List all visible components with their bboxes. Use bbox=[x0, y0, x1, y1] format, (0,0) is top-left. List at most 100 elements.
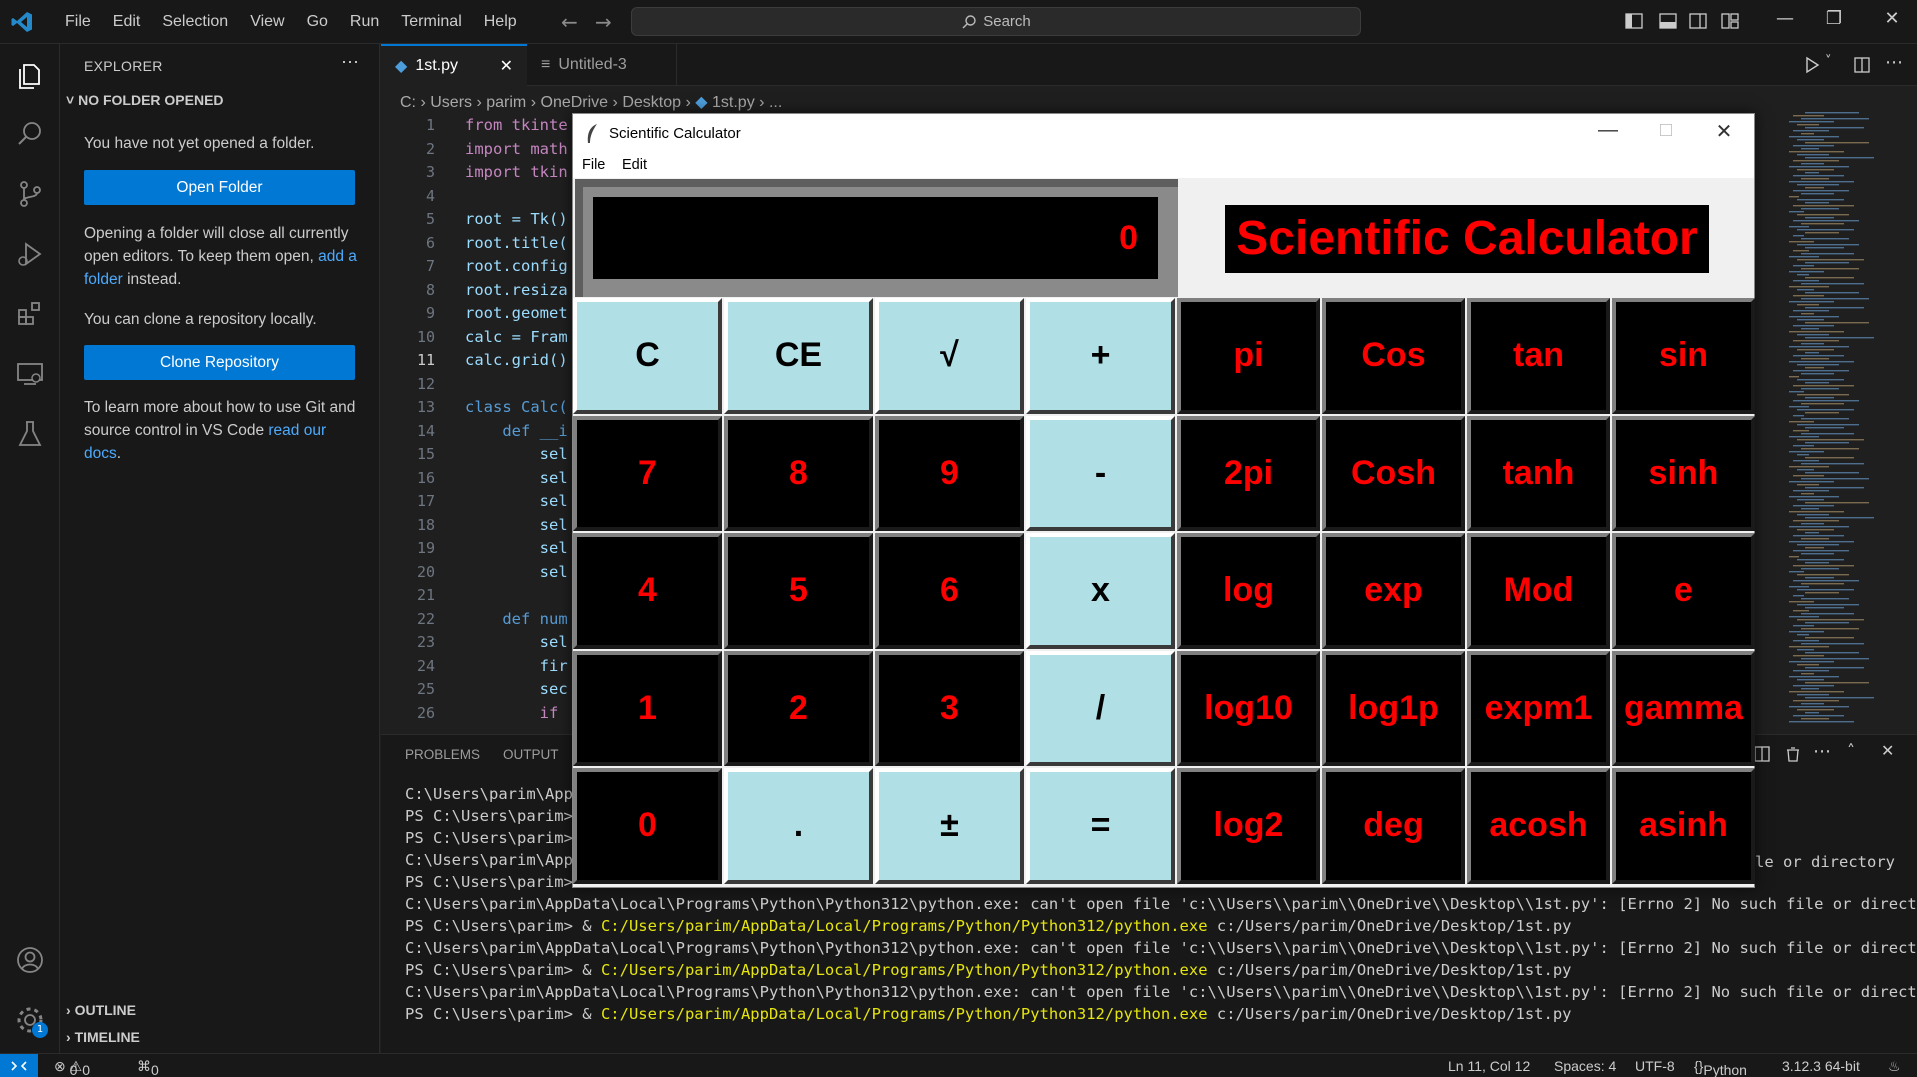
tab-output[interactable]: OUTPUT bbox=[503, 747, 559, 762]
calc-button[interactable]: 2pi bbox=[1177, 415, 1320, 531]
calc-button[interactable]: expm1 bbox=[1467, 650, 1610, 766]
menu-edit[interactable]: Edit bbox=[102, 13, 152, 31]
calc-close-icon[interactable]: ✕ bbox=[1695, 119, 1753, 144]
calc-button[interactable]: gamma bbox=[1612, 650, 1755, 766]
menu-file[interactable]: File bbox=[54, 13, 102, 31]
calc-button[interactable]: sin bbox=[1612, 298, 1755, 414]
calc-button[interactable]: + bbox=[1026, 298, 1175, 414]
outline-section[interactable]: › OUTLINE bbox=[66, 1002, 136, 1018]
notifications-bell-icon[interactable]: ♨ bbox=[1888, 1058, 1901, 1075]
panel-more-icon[interactable]: ⋯ bbox=[1813, 741, 1831, 762]
back-arrow-icon[interactable]: ← bbox=[561, 10, 578, 34]
calc-button[interactable]: 3 bbox=[875, 650, 1024, 766]
trash-icon[interactable] bbox=[1784, 745, 1802, 763]
breadcrumb-item[interactable]: Users bbox=[430, 94, 472, 111]
calc-button[interactable]: deg bbox=[1322, 768, 1465, 884]
cursor-position[interactable]: Ln 11, Col 12 bbox=[1448, 1058, 1530, 1074]
run-debug-icon[interactable] bbox=[14, 238, 46, 270]
breadcrumb-item[interactable]: 1st.py bbox=[712, 94, 755, 111]
errors-indicator[interactable]: ⊗ 0 ⚠ 0 bbox=[54, 1058, 90, 1077]
search-icon[interactable] bbox=[14, 118, 46, 150]
calc-button[interactable]: sinh bbox=[1612, 415, 1755, 531]
calc-button[interactable]: 1 bbox=[573, 650, 722, 766]
calc-button[interactable]: C bbox=[573, 298, 722, 414]
calc-button[interactable]: pi bbox=[1177, 298, 1320, 414]
calc-minimize-icon[interactable]: — bbox=[1579, 119, 1637, 142]
toggle-sidebar-icon[interactable] bbox=[1624, 11, 1644, 31]
remote-indicator[interactable] bbox=[0, 1054, 38, 1077]
calc-button[interactable]: acosh bbox=[1467, 768, 1610, 884]
calculator-display[interactable]: 0 bbox=[593, 197, 1158, 279]
ports-indicator[interactable]: ⌘ 0 bbox=[137, 1058, 159, 1077]
command-search[interactable]: Search bbox=[631, 7, 1361, 36]
breadcrumb-item[interactable]: Desktop bbox=[622, 94, 681, 111]
forward-arrow-icon[interactable]: → bbox=[595, 10, 612, 34]
calc-button[interactable]: = bbox=[1026, 768, 1175, 884]
explorer-icon[interactable] bbox=[14, 60, 46, 92]
editor-more-icon[interactable]: ⋯ bbox=[1885, 52, 1903, 73]
toggle-secondary-sidebar-icon[interactable] bbox=[1688, 11, 1708, 31]
remote-explorer-icon[interactable] bbox=[14, 358, 46, 390]
menu-terminal[interactable]: Terminal bbox=[390, 13, 472, 31]
extensions-icon[interactable] bbox=[14, 298, 46, 330]
breadcrumb-item[interactable]: parim bbox=[486, 94, 526, 111]
calc-button[interactable]: 4 bbox=[573, 533, 722, 649]
breadcrumb-item[interactable]: ... bbox=[769, 94, 782, 111]
calc-button[interactable]: 0 bbox=[573, 768, 722, 884]
calc-button[interactable]: CE bbox=[724, 298, 873, 414]
calc-button[interactable]: log bbox=[1177, 533, 1320, 649]
minimap[interactable] bbox=[1785, 112, 1905, 732]
tab-problems[interactable]: PROBLEMS bbox=[405, 747, 480, 762]
calc-button[interactable]: tanh bbox=[1467, 415, 1610, 531]
calc-button[interactable]: / bbox=[1026, 650, 1175, 766]
run-dropdown-icon[interactable]: ˅ bbox=[1825, 54, 1832, 69]
open-folder-button[interactable]: Open Folder bbox=[84, 170, 355, 205]
code-editor[interactable]: from tkinte import math import tkin root = … bbox=[465, 116, 568, 727]
calc-button[interactable]: 5 bbox=[724, 533, 873, 649]
calc-button[interactable]: exp bbox=[1322, 533, 1465, 649]
clone-repository-button[interactable]: Clone Repository bbox=[84, 345, 355, 380]
calc-button[interactable]: √ bbox=[875, 298, 1024, 414]
source-control-icon[interactable] bbox=[14, 178, 46, 210]
split-terminal-icon[interactable] bbox=[1753, 745, 1771, 763]
testing-icon[interactable] bbox=[14, 418, 46, 450]
breadcrumb-item[interactable]: C: bbox=[400, 94, 416, 111]
minimize-icon[interactable]: — bbox=[1765, 8, 1805, 29]
indentation[interactable]: Spaces: 4 bbox=[1554, 1058, 1616, 1074]
menu-selection[interactable]: Selection bbox=[151, 13, 239, 31]
calc-button[interactable]: 6 bbox=[875, 533, 1024, 649]
calc-button[interactable]: Cos bbox=[1322, 298, 1465, 414]
calc-button[interactable]: - bbox=[1026, 415, 1175, 531]
calc-button[interactable]: log2 bbox=[1177, 768, 1320, 884]
calc-button[interactable]: ± bbox=[875, 768, 1024, 884]
calc-button[interactable]: 8 bbox=[724, 415, 873, 531]
calc-button[interactable]: Mod bbox=[1467, 533, 1610, 649]
account-icon[interactable] bbox=[14, 944, 46, 976]
calc-button[interactable]: asinh bbox=[1612, 768, 1755, 884]
calc-button[interactable]: x bbox=[1026, 533, 1175, 649]
encoding[interactable]: UTF-8 bbox=[1635, 1058, 1675, 1074]
calc-button[interactable]: tan bbox=[1467, 298, 1610, 414]
calc-menu-edit[interactable]: Edit bbox=[622, 157, 647, 173]
more-actions-icon[interactable]: ⋯ bbox=[341, 52, 359, 73]
calc-button[interactable]: Cosh bbox=[1322, 415, 1465, 531]
split-editor-icon[interactable] bbox=[1853, 56, 1871, 74]
calc-button[interactable]: 7 bbox=[573, 415, 722, 531]
calc-button[interactable]: log1p bbox=[1322, 650, 1465, 766]
no-folder-section[interactable]: ˅ NO FOLDER OPENED bbox=[66, 92, 224, 108]
breadcrumb-item[interactable]: OneDrive bbox=[541, 94, 609, 111]
python-interpreter[interactable]: 3.12.3 64-bit bbox=[1782, 1058, 1860, 1074]
close-tab-icon[interactable]: ✕ bbox=[500, 56, 513, 76]
calc-button[interactable]: 2 bbox=[724, 650, 873, 766]
menu-go[interactable]: Go bbox=[296, 13, 339, 31]
calc-button[interactable]: e bbox=[1612, 533, 1755, 649]
restore-icon[interactable]: ❐ bbox=[1814, 8, 1854, 29]
toggle-panel-icon[interactable] bbox=[1658, 11, 1678, 31]
timeline-section[interactable]: › TIMELINE bbox=[66, 1029, 140, 1045]
maximize-panel-icon[interactable]: ˄ bbox=[1847, 741, 1855, 760]
calc-button[interactable]: log10 bbox=[1177, 650, 1320, 766]
close-icon[interactable]: ✕ bbox=[1872, 8, 1912, 29]
menu-view[interactable]: View bbox=[239, 13, 295, 31]
tab-1st-py[interactable]: ◆ 1st.py ✕ bbox=[381, 44, 527, 86]
language-mode[interactable]: {} Python bbox=[1694, 1058, 1747, 1077]
